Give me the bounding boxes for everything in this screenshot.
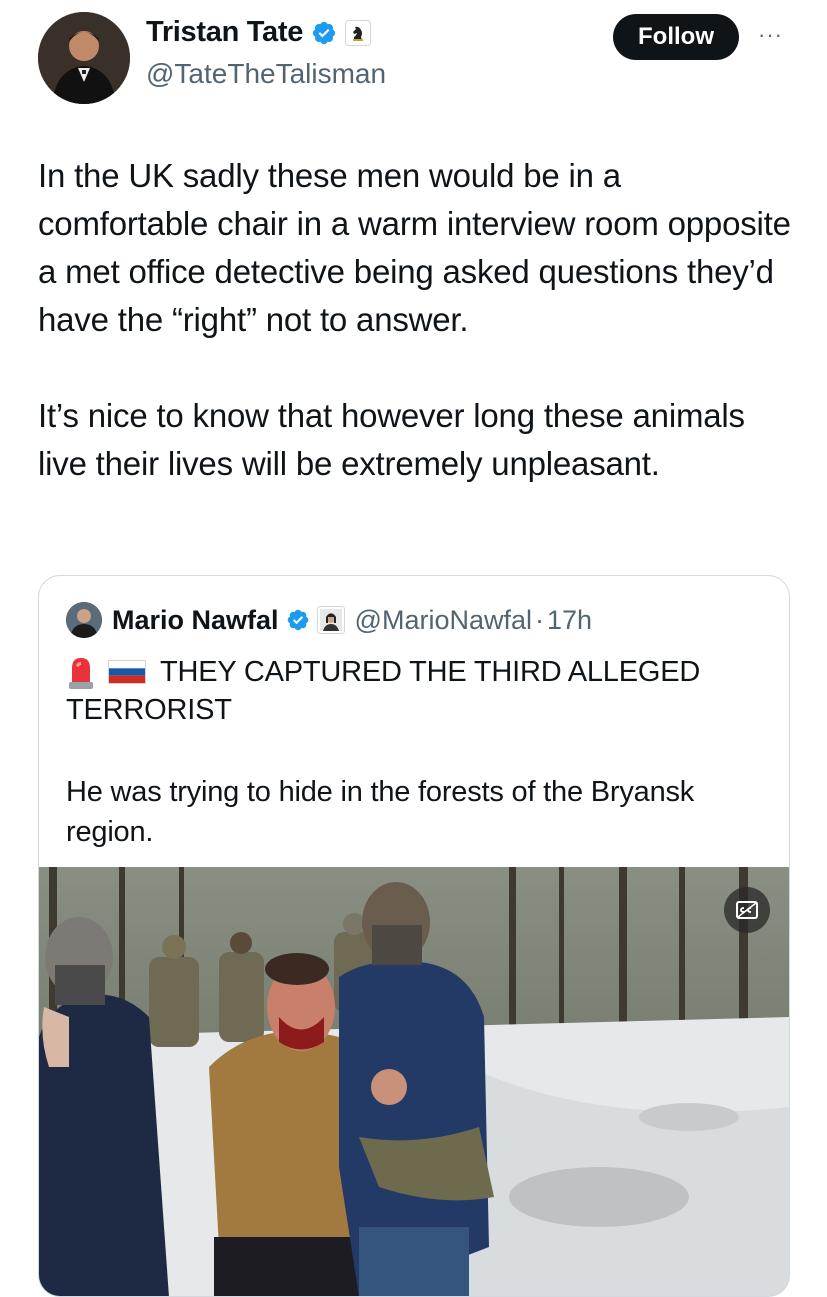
follow-button[interactable]: Follow: [613, 14, 739, 60]
author-avatar[interactable]: [38, 12, 130, 104]
quote-author-name: Mario Nawfal: [112, 604, 279, 635]
quote-body-text: He was trying to hide in the forests of …: [66, 776, 695, 848]
video-frame: [39, 867, 789, 1296]
police-light-icon: [69, 658, 93, 689]
quote-headline-line2: TERRORIST: [66, 694, 232, 726]
quoted-tweet[interactable]: Mario Nawfal @MarioNawfal · 17h THEY CAP…: [38, 575, 790, 1297]
author-name[interactable]: Tristan Tate: [146, 16, 303, 49]
more-options-icon[interactable]: ···: [758, 22, 783, 48]
tweet-text: In the UK sadly these men would be in a …: [38, 157, 791, 482]
russia-flag-icon: [108, 660, 146, 684]
quote-author-handle: @MarioNawfal: [354, 604, 532, 635]
quote-media-video[interactable]: [39, 867, 789, 1296]
quote-timestamp: 17h: [547, 604, 593, 635]
captions-icon[interactable]: [724, 887, 770, 933]
separator-dot: ·: [535, 604, 544, 635]
verified-badge-icon: [287, 609, 308, 631]
author-name-row: Tristan Tate: [146, 16, 372, 49]
tweet-header: Tristan Tate @TateTheTalisman Follow ···: [0, 0, 827, 120]
verified-badge-icon: [312, 21, 336, 44]
affiliation-avatar-icon: [316, 606, 345, 634]
quote-author-row: Mario Nawfal @MarioNawfal · 17h: [66, 602, 592, 638]
quote-headline-line1: THEY CAPTURED THE THIRD ALLEGED: [160, 655, 701, 688]
author-handle[interactable]: @TateTheTalisman: [146, 58, 386, 90]
quote-headline: THEY CAPTURED THE THIRD ALLEGED: [66, 652, 700, 692]
chess-knight-icon[interactable]: [345, 19, 372, 46]
quote-author-avatar: [66, 602, 102, 638]
